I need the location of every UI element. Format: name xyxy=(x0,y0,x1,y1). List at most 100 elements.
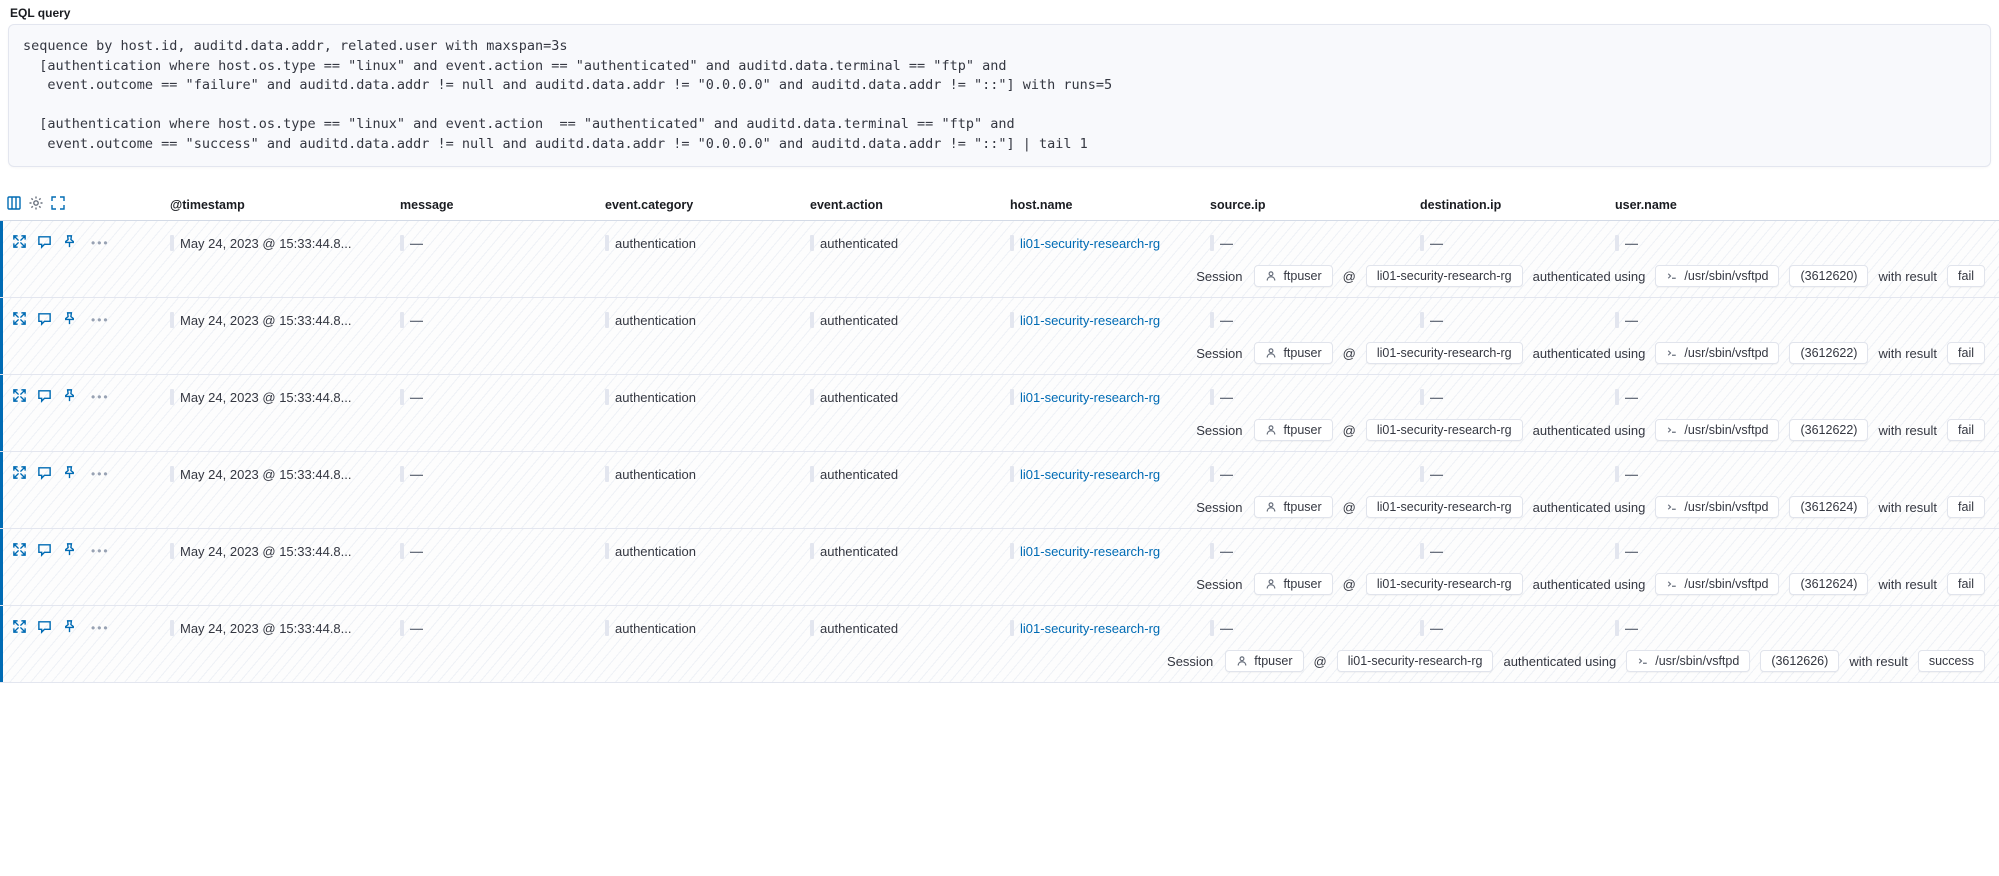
cell-host[interactable]: li01-security-research-rg xyxy=(1010,235,1210,251)
comment-icon[interactable] xyxy=(37,619,52,637)
col-user[interactable]: user.name xyxy=(1615,198,1795,212)
session-host-chip[interactable]: li01-security-research-rg xyxy=(1366,342,1523,364)
cell-category: authentication xyxy=(605,620,810,636)
more-icon[interactable]: ••• xyxy=(87,236,114,250)
col-host[interactable]: host.name xyxy=(1010,198,1210,212)
table-row[interactable]: •••May 24, 2023 @ 15:33:44.8...—authenti… xyxy=(0,221,1999,298)
comment-icon[interactable] xyxy=(37,388,52,406)
session-at: @ xyxy=(1343,577,1356,592)
table-row[interactable]: •••May 24, 2023 @ 15:33:44.8...—authenti… xyxy=(0,452,1999,529)
fullscreen-icon[interactable] xyxy=(50,195,66,214)
more-icon[interactable]: ••• xyxy=(87,390,114,404)
session-binary-chip[interactable]: /usr/sbin/vsftpd xyxy=(1655,419,1779,441)
table-row[interactable]: •••May 24, 2023 @ 15:33:44.8...—authenti… xyxy=(0,529,1999,606)
session-auth-text: authenticated using xyxy=(1533,269,1646,284)
expand-icon[interactable] xyxy=(12,465,27,483)
pin-icon[interactable] xyxy=(62,234,77,252)
session-result-chip[interactable]: fail xyxy=(1947,419,1985,441)
table-row[interactable]: •••May 24, 2023 @ 15:33:44.8...—authenti… xyxy=(0,606,1999,683)
session-label: Session xyxy=(1196,346,1242,361)
session-withresult: with result xyxy=(1878,500,1937,515)
col-timestamp[interactable]: @timestamp xyxy=(170,198,400,212)
more-icon[interactable]: ••• xyxy=(87,621,114,635)
comment-icon[interactable] xyxy=(37,234,52,252)
comment-icon[interactable] xyxy=(37,311,52,329)
session-pid-chip[interactable]: (3612620) xyxy=(1789,265,1868,287)
session-pid-chip[interactable]: (3612626) xyxy=(1760,650,1839,672)
session-binary-chip[interactable]: /usr/sbin/vsftpd xyxy=(1655,573,1779,595)
session-pid-chip[interactable]: (3612624) xyxy=(1789,573,1868,595)
expand-icon[interactable] xyxy=(12,542,27,560)
cell-action: authenticated xyxy=(810,312,1010,328)
expand-icon[interactable] xyxy=(12,234,27,252)
expand-icon[interactable] xyxy=(12,619,27,637)
session-pid-chip[interactable]: (3612622) xyxy=(1789,342,1868,364)
table-row[interactable]: •••May 24, 2023 @ 15:33:44.8...—authenti… xyxy=(0,298,1999,375)
session-auth-text: authenticated using xyxy=(1533,346,1646,361)
cell-category: authentication xyxy=(605,466,810,482)
comment-icon[interactable] xyxy=(37,465,52,483)
cell-host[interactable]: li01-security-research-rg xyxy=(1010,466,1210,482)
session-pid-chip[interactable]: (3612624) xyxy=(1789,496,1868,518)
session-binary-chip[interactable]: /usr/sbin/vsftpd xyxy=(1626,650,1750,672)
session-user-chip[interactable]: ftpuser xyxy=(1225,650,1303,672)
expand-icon[interactable] xyxy=(12,311,27,329)
cell-destip: — xyxy=(1420,235,1615,251)
gear-icon[interactable] xyxy=(28,195,44,214)
session-host-chip[interactable]: li01-security-research-rg xyxy=(1366,573,1523,595)
session-user-chip[interactable]: ftpuser xyxy=(1254,573,1332,595)
session-host-chip[interactable]: li01-security-research-rg xyxy=(1366,496,1523,518)
pin-icon[interactable] xyxy=(62,388,77,406)
columns-icon[interactable] xyxy=(6,195,22,214)
pin-icon[interactable] xyxy=(62,311,77,329)
session-line: Sessionftpuser@li01-security-research-rg… xyxy=(0,567,1999,605)
more-icon[interactable]: ••• xyxy=(87,467,114,481)
cell-timestamp: May 24, 2023 @ 15:33:44.8... xyxy=(170,466,400,482)
cell-timestamp: May 24, 2023 @ 15:33:44.8... xyxy=(170,389,400,405)
cell-host[interactable]: li01-security-research-rg xyxy=(1010,389,1210,405)
cell-host[interactable]: li01-security-research-rg xyxy=(1010,312,1210,328)
session-binary-chip[interactable]: /usr/sbin/vsftpd xyxy=(1655,342,1779,364)
col-message[interactable]: message xyxy=(400,198,605,212)
session-result-chip[interactable]: fail xyxy=(1947,496,1985,518)
col-category[interactable]: event.category xyxy=(605,198,810,212)
cell-sourceip: — xyxy=(1210,312,1420,328)
pin-icon[interactable] xyxy=(62,619,77,637)
session-result-chip[interactable]: fail xyxy=(1947,265,1985,287)
session-pid-chip[interactable]: (3612622) xyxy=(1789,419,1868,441)
session-label: Session xyxy=(1167,654,1213,669)
cell-sourceip: — xyxy=(1210,235,1420,251)
session-label: Session xyxy=(1196,269,1242,284)
table-row[interactable]: •••May 24, 2023 @ 15:33:44.8...—authenti… xyxy=(0,375,1999,452)
session-at: @ xyxy=(1343,423,1356,438)
cell-user: — xyxy=(1615,312,1795,328)
expand-icon[interactable] xyxy=(12,388,27,406)
more-icon[interactable]: ••• xyxy=(87,313,114,327)
more-icon[interactable]: ••• xyxy=(87,544,114,558)
pin-icon[interactable] xyxy=(62,465,77,483)
session-host-chip[interactable]: li01-security-research-rg xyxy=(1337,650,1494,672)
comment-icon[interactable] xyxy=(37,542,52,560)
cell-host[interactable]: li01-security-research-rg xyxy=(1010,543,1210,559)
session-user-chip[interactable]: ftpuser xyxy=(1254,496,1332,518)
col-sourceip[interactable]: source.ip xyxy=(1210,198,1420,212)
col-destip[interactable]: destination.ip xyxy=(1420,198,1615,212)
pin-icon[interactable] xyxy=(62,542,77,560)
cell-host[interactable]: li01-security-research-rg xyxy=(1010,620,1210,636)
col-action[interactable]: event.action xyxy=(810,198,1010,212)
session-user-chip[interactable]: ftpuser xyxy=(1254,419,1332,441)
session-user-chip[interactable]: ftpuser xyxy=(1254,342,1332,364)
eql-query-text[interactable]: sequence by host.id, auditd.data.addr, r… xyxy=(8,24,1991,167)
session-host-chip[interactable]: li01-security-research-rg xyxy=(1366,419,1523,441)
session-binary-chip[interactable]: /usr/sbin/vsftpd xyxy=(1655,265,1779,287)
session-result-chip[interactable]: success xyxy=(1918,650,1985,672)
session-host-chip[interactable]: li01-security-research-rg xyxy=(1366,265,1523,287)
cell-user: — xyxy=(1615,620,1795,636)
session-result-chip[interactable]: fail xyxy=(1947,573,1985,595)
session-result-chip[interactable]: fail xyxy=(1947,342,1985,364)
cell-timestamp: May 24, 2023 @ 15:33:44.8... xyxy=(170,543,400,559)
session-user-chip[interactable]: ftpuser xyxy=(1254,265,1332,287)
session-binary-chip[interactable]: /usr/sbin/vsftpd xyxy=(1655,496,1779,518)
session-line: Sessionftpuser@li01-security-research-rg… xyxy=(0,644,1999,682)
cell-destip: — xyxy=(1420,543,1615,559)
